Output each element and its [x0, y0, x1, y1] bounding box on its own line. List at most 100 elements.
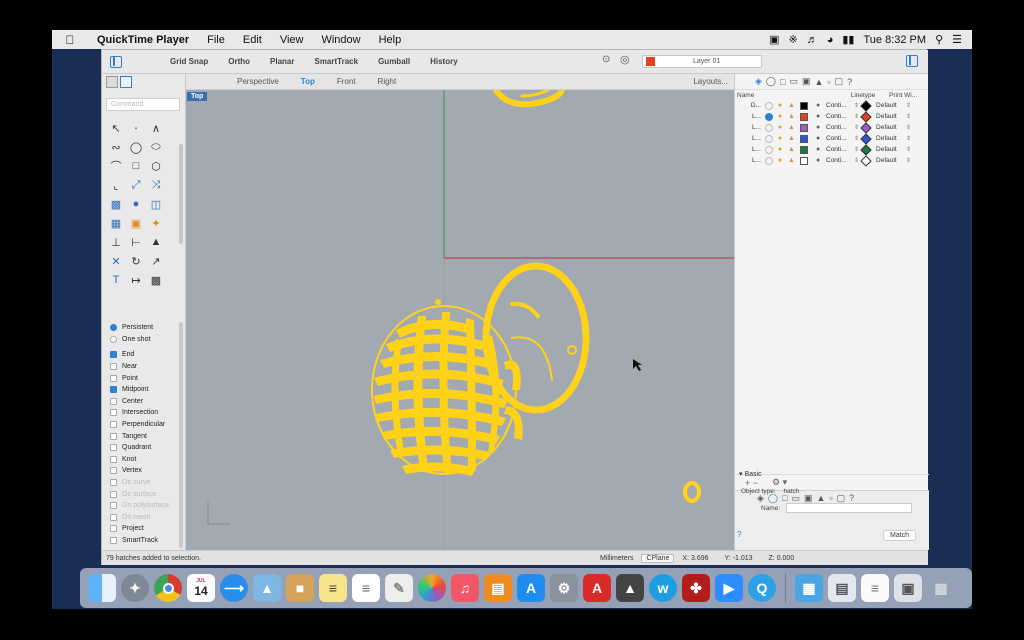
tab-front[interactable]: Front	[326, 77, 367, 86]
osnap-perpendicular[interactable]: Perpendicular	[110, 419, 180, 431]
layer-color-swatch[interactable]	[800, 123, 808, 132]
print-color-diamond[interactable]	[860, 99, 872, 112]
sphere-icon[interactable]: ●	[128, 196, 144, 212]
print-color-diamond[interactable]	[860, 143, 872, 156]
quicktime-icon[interactable]: Q	[748, 574, 776, 602]
polygon-icon[interactable]: ⬡	[148, 158, 164, 174]
osnap-on-surface[interactable]: On surface	[110, 488, 180, 500]
cube-tab-icon[interactable]: ▭	[789, 76, 798, 87]
print-width[interactable]: Default	[876, 146, 906, 153]
layer-name[interactable]: L...	[737, 113, 765, 120]
material-icon[interactable]: ●	[816, 157, 826, 164]
lock-icon[interactable]: ▲	[788, 102, 800, 109]
gumball-button[interactable]: Gumball	[368, 57, 420, 66]
bluetooth-icon[interactable]: ※	[789, 33, 798, 46]
app-store-icon[interactable]: A	[517, 574, 545, 602]
viewport-label[interactable]: Top	[187, 92, 208, 101]
lightbulb-icon[interactable]: ●	[778, 102, 788, 109]
print-width[interactable]: Default	[876, 135, 906, 142]
current-layer-select[interactable]: Layer 01	[642, 55, 762, 68]
textedit-icon[interactable]: ✎	[385, 574, 413, 602]
current-layer-radio[interactable]	[765, 112, 773, 121]
checkbox-icon[interactable]	[110, 409, 117, 417]
radio-on-icon[interactable]	[110, 324, 117, 332]
material-icon[interactable]: ●	[816, 113, 826, 120]
viewport-top[interactable]: Top	[186, 90, 734, 550]
checkbox-icon[interactable]	[110, 513, 117, 521]
checkbox-icon[interactable]	[110, 479, 117, 487]
material-icon[interactable]: ●	[816, 135, 826, 142]
planar-button[interactable]: Planar	[260, 57, 304, 66]
dimension-icon[interactable]: ↦	[128, 272, 144, 288]
osnap-quadrant[interactable]: Quadrant	[110, 442, 180, 454]
lock-icon[interactable]: ▲	[788, 146, 800, 153]
point-icon[interactable]: ⋅	[128, 120, 144, 136]
rotate-icon[interactable]: ↻	[128, 253, 144, 269]
volume-icon[interactable]: ♬	[807, 34, 818, 46]
display-tab-icon[interactable]: ◯	[766, 76, 776, 87]
linetype[interactable]: Conti...	[826, 113, 854, 120]
fillet-icon[interactable]: ⌞	[108, 177, 124, 193]
apple-icon[interactable]: 	[52, 33, 88, 47]
finder-icon[interactable]	[88, 574, 116, 602]
cylinder-icon[interactable]: ◫	[148, 196, 164, 212]
linetype[interactable]: Conti...	[826, 157, 854, 164]
osnap-vertex[interactable]: Vertex	[110, 465, 180, 477]
safari-icon[interactable]: ⟶	[220, 574, 248, 602]
document-icon[interactable]: ≡	[861, 574, 889, 602]
checkbox-icon[interactable]	[110, 432, 117, 440]
current-layer-radio[interactable]	[765, 123, 773, 132]
document-tab-icon[interactable]: □	[780, 77, 785, 87]
system-preferences-icon[interactable]: ⚙	[550, 574, 578, 602]
osnap-knot[interactable]: Knot	[110, 454, 180, 466]
layer-color-swatch[interactable]	[800, 134, 808, 143]
checkbox-icon[interactable]	[110, 455, 117, 463]
section-basic[interactable]: ▾ Basic	[733, 470, 927, 478]
layer-name[interactable]: L...	[737, 135, 765, 142]
photos-icon[interactable]	[418, 574, 446, 602]
books-icon[interactable]: ▤	[484, 574, 512, 602]
current-layer-radio[interactable]	[765, 156, 773, 165]
checkbox-icon[interactable]	[110, 490, 117, 498]
layer-row[interactable]: L... ● ▲ ● Conti... ⇕ Default ⇕	[735, 143, 928, 156]
menu-help[interactable]: Help	[370, 34, 411, 46]
menu-app-name[interactable]: QuickTime Player	[88, 34, 198, 46]
layer-color-swatch[interactable]	[800, 145, 808, 154]
osnap-on-polysurface[interactable]: On polysurface	[110, 500, 180, 512]
layer-row[interactable]: L... ● ▲ ● Conti... ⇕ Default ⇕	[735, 121, 928, 134]
layer-color-swatch[interactable]	[800, 156, 808, 165]
rectangle-icon[interactable]: □	[128, 158, 144, 174]
group-icon[interactable]: ▩	[148, 272, 164, 288]
checkbox-icon[interactable]	[110, 421, 117, 429]
acrobat-icon[interactable]: ✤	[682, 574, 710, 602]
render-icon[interactable]: ✦	[148, 215, 164, 231]
trim-icon[interactable]: ⊢	[128, 234, 144, 250]
screenshot-icon[interactable]: ▣	[894, 574, 922, 602]
history-button[interactable]: History	[420, 57, 468, 66]
tab-right[interactable]: Right	[367, 77, 408, 86]
trash-icon[interactable]: ▩	[927, 574, 955, 602]
lock-icon[interactable]: ▲	[788, 135, 800, 142]
environment-tab-icon[interactable]: ▢	[835, 76, 844, 87]
osnap-persistent[interactable]: Persistent	[110, 322, 180, 334]
radio-off-icon[interactable]	[110, 335, 117, 343]
text-icon[interactable]: T	[108, 272, 124, 288]
lock-icon[interactable]: ▲	[788, 113, 800, 120]
print-color-diamond[interactable]	[860, 110, 872, 123]
osnap-one-shot[interactable]: One shot	[110, 334, 180, 346]
linetype[interactable]: Conti...	[826, 135, 854, 142]
command-input[interactable]: Command	[106, 98, 180, 111]
osnap-scrollbar[interactable]	[179, 322, 183, 548]
camera-icon[interactable]: ▣	[769, 33, 779, 46]
layout-toggle[interactable]	[106, 76, 136, 88]
layer-color-swatch[interactable]	[800, 101, 808, 110]
checkbox-checked-icon[interactable]	[110, 351, 117, 359]
checkbox-icon[interactable]	[110, 467, 117, 475]
material-icon[interactable]: ●	[816, 124, 826, 131]
lightbulb-icon[interactable]: ●	[778, 135, 788, 142]
layer-name[interactable]: L...	[737, 146, 765, 153]
osnap-target-icon[interactable]: ◎	[620, 53, 630, 66]
menu-file[interactable]: File	[198, 34, 234, 46]
smarttrack-button[interactable]: SmartTrack	[304, 57, 368, 66]
pipe-icon[interactable]: ⊙	[602, 54, 610, 65]
